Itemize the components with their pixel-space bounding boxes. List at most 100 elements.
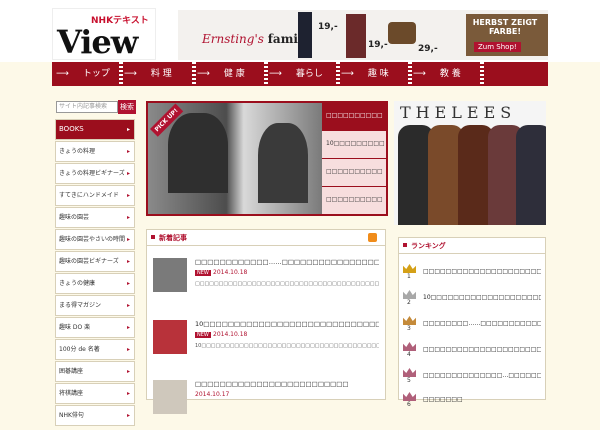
rss-icon[interactable] (368, 233, 377, 242)
search-button[interactable]: 検索 (118, 100, 136, 114)
site-logo[interactable]: NHKテキスト View (52, 8, 156, 61)
crown-icon (403, 342, 416, 351)
ranking-link[interactable]: □□□□□□□□□□□□□□□□□□□□□□ (423, 346, 541, 353)
crown-icon (403, 290, 416, 299)
chevron-right-icon: ▸ (126, 368, 130, 375)
nav-separator (192, 62, 196, 86)
ranking-item[interactable]: 5 □□□□□□□□□□□□□□…□□□□□□□ (403, 368, 543, 388)
chevron-right-icon: ▸ (126, 412, 130, 419)
arrow-right-icon: ⟶ (56, 69, 69, 79)
photo-person (168, 113, 228, 193)
top-ad-banner[interactable]: Ernsting's family 19,- 19,- 29,- HERBST … (178, 10, 548, 60)
ranking-header: ランキング (399, 238, 545, 254)
nav-item-living[interactable]: ⟶ 暮らし (269, 62, 323, 86)
new-badge: NEW (195, 332, 211, 338)
ranking-link[interactable]: □□□□□□□□□□□□□□…□□□□□□□ (423, 372, 541, 379)
ranking-item[interactable]: 4 □□□□□□□□□□□□□□□□□□□□□□ (403, 342, 543, 362)
ranking-item[interactable]: 2 10□□□□□□□□□□□□□□□□□□□□□ (403, 290, 543, 310)
nav-item-health[interactable]: ⟶ 健 康 (197, 62, 245, 86)
chevron-right-icon: ▸ (126, 258, 130, 265)
ad-price: 19,- (318, 22, 338, 32)
rank-number: 3 (407, 325, 411, 332)
pickup-item[interactable]: □□□□□□□□□□ (322, 187, 386, 214)
ad-cta-panel[interactable]: HERBST ZEIGT FARBE! Zum Shop! (466, 14, 548, 56)
logo-wordmark: View (57, 23, 138, 61)
side-ad-title: THELEES (400, 103, 517, 122)
new-badge: NEW (195, 270, 211, 276)
sidebar-item[interactable]: NHK俳句 ▸ (55, 405, 135, 426)
article-item[interactable]: 10□□□□□□□□□□□□□□□□□□□□□□□□□□□□□ NEW 2014… (153, 320, 379, 370)
rank-number: 2 (407, 299, 411, 306)
ad-jacket-image (516, 125, 546, 225)
article-headline[interactable]: □□□□□□□□□□□□……□□□□□□□□□□□□□□□□□□□□□□□□□□… (195, 258, 379, 266)
rank-number: 6 (407, 401, 411, 408)
sidebar-item[interactable]: きょうの料理ビギナーズ ▸ (55, 163, 135, 184)
sidebar-item[interactable]: 趣味 DO 楽 ▸ (55, 317, 135, 338)
ranking-link[interactable]: □□□□□□□□□□□□□□□□□□□□□□ (423, 268, 541, 275)
article-headline[interactable]: 10□□□□□□□□□□□□□□□□□□□□□□□□□□□□□ (195, 320, 379, 328)
sidebar-item[interactable]: 将棋講座 ▸ (55, 383, 135, 404)
pickup-list: □□□□□□□□□□ 10□□□□□□□□□ □□□□□□□□□□ □□□□□□… (322, 103, 386, 215)
ranking-item[interactable]: 6 □□□□□□□ (403, 392, 543, 412)
chevron-right-icon: ▸ (126, 126, 130, 133)
sidebar-item[interactable]: 趣味の園芸ビギナーズ ▸ (55, 251, 135, 272)
article-date: 2014.10.17 (195, 391, 230, 398)
side-ad-banner[interactable]: THELEES (394, 101, 546, 225)
sidebar-item[interactable]: すてきにハンドメイド ▸ (55, 185, 135, 206)
ad-shop-button[interactable]: Zum Shop! (474, 42, 521, 52)
article-thumbnail[interactable] (153, 258, 187, 292)
article-headline[interactable]: □□□□□□□□□□□□□□□□□□□□□□□□□ (195, 380, 379, 388)
pickup-item[interactable]: □□□□□□□□□□ (322, 159, 386, 186)
sidebar-item[interactable]: 100分 de 名著 ▸ (55, 339, 135, 360)
crown-icon (403, 368, 416, 377)
nav-item-culture[interactable]: ⟶ 教 養 (413, 62, 461, 86)
arrow-right-icon: ⟶ (269, 69, 282, 79)
pickup-item[interactable]: □□□□□□□□□□ (322, 103, 386, 130)
nav-separator (264, 62, 268, 86)
sidebar-item-books[interactable]: BOOKS ▸ (55, 119, 135, 140)
nav-item-top[interactable]: ⟶ トップ (56, 62, 110, 86)
nav-separator (119, 62, 123, 86)
article-thumbnail[interactable] (153, 320, 187, 354)
ad-cta-text: HERBST ZEIGT FARBE! (472, 18, 538, 36)
nav-separator (336, 62, 340, 86)
nav-item-cooking[interactable]: ⟶ 料 理 (124, 62, 172, 86)
main-nav: ⟶ トップ ⟶ 料 理 ⟶ 健 康 ⟶ 暮らし ⟶ 趣 味 ⟶ 教 養 (52, 62, 548, 86)
arrow-right-icon: ⟶ (124, 69, 137, 79)
bullet-icon (403, 243, 407, 247)
photo-person (258, 123, 308, 203)
sidebar-item[interactable]: きょうの健康 ▸ (55, 273, 135, 294)
bullet-icon (151, 235, 155, 239)
pickup-carousel: PICK UP! □□□□□□□□□□ 10□□□□□□□□□ □□□□□□□□… (146, 101, 388, 216)
arrow-right-icon: ⟶ (197, 69, 210, 79)
article-item[interactable]: □□□□□□□□□□□□……□□□□□□□□□□□□□□□□□□□□□□□□□□… (153, 258, 379, 308)
rank-number: 1 (407, 273, 411, 280)
article-thumbnail[interactable] (153, 380, 187, 414)
ranking-link[interactable]: □□□□□□□□……□□□□□□□□□□□□ (423, 320, 541, 327)
ad-brand-name: Ernsting's family (202, 32, 310, 46)
pickup-item[interactable]: 10□□□□□□□□□ (322, 131, 386, 158)
sidebar-item[interactable]: 趣味の園芸 ▸ (55, 207, 135, 228)
search-input[interactable]: サイト内記事検索 (56, 101, 118, 113)
sidebar-item[interactable]: 趣味の園芸やさいの時間 ▸ (55, 229, 135, 250)
chevron-right-icon: ▸ (126, 170, 130, 177)
ranking-item[interactable]: 1 □□□□□□□□□□□□□□□□□□□□□□ (403, 264, 543, 284)
ranking-title: ランキング (411, 242, 446, 250)
sidebar-item[interactable]: まる得マガジン ▸ (55, 295, 135, 316)
nav-item-hobby[interactable]: ⟶ 趣 味 (341, 62, 389, 86)
new-articles-header: 新着記事 (147, 230, 385, 246)
ranking-link[interactable]: 10□□□□□□□□□□□□□□□□□□□□□ (423, 294, 541, 301)
ad-price: 29,- (418, 44, 438, 54)
crown-icon (403, 316, 416, 325)
sidebar-item[interactable]: きょうの料理 ▸ (55, 141, 135, 162)
ranking-item[interactable]: 3 □□□□□□□□……□□□□□□□□□□□□ (403, 316, 543, 336)
chevron-right-icon: ▸ (126, 324, 130, 331)
sidebar-item[interactable]: 囲碁講座 ▸ (55, 361, 135, 382)
chevron-right-icon: ▸ (126, 302, 130, 309)
article-excerpt: 10□□□□□□□□□□□□□□□□□□□□□□□□□□□□□□□□□□□□□□… (195, 343, 379, 349)
article-item[interactable]: □□□□□□□□□□□□□□□□□□□□□□□□□ 2014.10.17 (153, 380, 379, 430)
ranking-panel: ランキング 1 □□□□□□□□□□□□□□□□□□□□□□ 2 10□□□□□… (398, 237, 546, 408)
arrow-right-icon: ⟶ (341, 69, 354, 79)
article-date: 2014.10.18 (213, 269, 248, 276)
ad-price: 19,- (368, 40, 388, 50)
